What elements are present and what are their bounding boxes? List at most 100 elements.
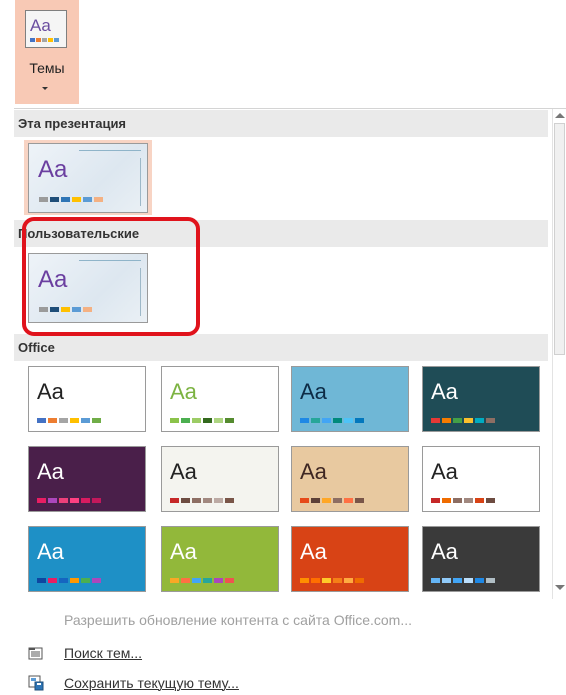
color-swatch xyxy=(442,418,451,423)
color-swatch xyxy=(300,498,309,503)
color-swatch xyxy=(181,418,190,423)
theme-thumb-office[interactable]: Aa xyxy=(161,526,279,592)
theme-thumb-label: Aa xyxy=(37,539,64,564)
theme-color-swatches xyxy=(170,578,234,583)
scrollbar-thumb[interactable] xyxy=(554,123,565,355)
menu-save-theme-label: Сохранить текущую тему... xyxy=(64,675,239,691)
color-swatch xyxy=(37,578,46,583)
color-swatch xyxy=(453,418,462,423)
color-swatch xyxy=(442,498,451,503)
color-swatch xyxy=(431,498,440,503)
color-swatch xyxy=(453,578,462,583)
theme-thumb-office[interactable]: Aa xyxy=(422,526,540,592)
color-swatch xyxy=(344,578,353,583)
color-swatch xyxy=(192,498,201,503)
theme-color-swatches xyxy=(170,418,234,423)
theme-thumb-office[interactable]: Aa xyxy=(291,526,409,592)
color-swatch xyxy=(214,578,223,583)
color-swatch xyxy=(81,498,90,503)
color-swatch xyxy=(170,418,179,423)
color-swatch xyxy=(225,418,234,423)
color-swatch xyxy=(70,498,79,503)
theme-color-swatches xyxy=(39,197,103,202)
color-swatch xyxy=(214,498,223,503)
theme-thumb-label: Aa xyxy=(37,379,64,404)
menu-search-themes-label: Поиск тем... xyxy=(64,645,143,661)
gallery-scrollbar[interactable] xyxy=(552,109,566,599)
color-swatch xyxy=(355,578,364,583)
theme-thumb-office[interactable]: Aa xyxy=(28,366,146,432)
color-swatch xyxy=(59,418,68,423)
color-swatch xyxy=(214,418,223,423)
color-swatch xyxy=(37,498,46,503)
theme-thumb-office[interactable]: Aa xyxy=(28,446,146,512)
color-swatch xyxy=(50,197,59,202)
theme-color-swatches xyxy=(431,578,495,583)
color-swatch xyxy=(83,197,92,202)
color-swatch xyxy=(300,578,309,583)
color-swatch xyxy=(475,578,484,583)
color-swatch xyxy=(486,418,495,423)
scroll-down-arrow-icon[interactable] xyxy=(555,585,565,590)
theme-thumb-office[interactable]: Aa xyxy=(161,366,279,432)
color-swatch xyxy=(322,418,331,423)
menu-allow-updates-label: Разрешить обновление контента с сайта Of… xyxy=(64,612,413,628)
themes-icon-text: Aa xyxy=(30,16,51,35)
menu-allow-updates[interactable]: Разрешить обновление контента с сайта Of… xyxy=(28,612,548,630)
section-header-this-presentation: Эта презентация xyxy=(14,110,548,137)
color-swatch xyxy=(333,578,342,583)
color-swatch xyxy=(203,498,212,503)
color-swatch xyxy=(42,38,47,42)
theme-thumb-label: Aa xyxy=(170,379,197,404)
color-swatch xyxy=(300,418,309,423)
theme-thumb-label: Aa xyxy=(300,459,327,484)
theme-color-swatches xyxy=(37,498,101,503)
color-swatch xyxy=(59,498,68,503)
theme-thumb-current[interactable]: Aa xyxy=(28,143,148,213)
color-swatch xyxy=(311,498,320,503)
color-swatch xyxy=(486,578,495,583)
color-swatch xyxy=(59,578,68,583)
color-swatch xyxy=(442,578,451,583)
color-swatch xyxy=(431,418,440,423)
color-swatch xyxy=(48,498,57,503)
theme-thumb-label: Aa xyxy=(431,379,458,404)
theme-thumb-office[interactable]: Aa xyxy=(422,446,540,512)
red-highlight-annotation xyxy=(22,217,200,336)
color-swatch xyxy=(192,418,201,423)
color-swatch xyxy=(61,197,70,202)
themes-icon: Aa xyxy=(25,10,67,48)
color-swatch xyxy=(181,498,190,503)
theme-thumb-office[interactable]: Aa xyxy=(28,526,146,592)
theme-thumb-label: Aa xyxy=(38,156,68,183)
color-swatch xyxy=(453,498,462,503)
theme-thumb-office[interactable]: Aa xyxy=(291,446,409,512)
theme-thumb-office[interactable]: Aa xyxy=(291,366,409,432)
color-swatch xyxy=(322,578,331,583)
theme-thumb-label: Aa xyxy=(170,539,197,564)
color-swatch xyxy=(48,578,57,583)
color-swatch xyxy=(170,498,179,503)
color-swatch xyxy=(70,578,79,583)
scroll-up-arrow-icon[interactable] xyxy=(555,113,565,118)
color-swatch xyxy=(475,418,484,423)
menu-search-themes[interactable]: Поиск тем... xyxy=(28,645,328,663)
theme-thumb-office[interactable]: Aa xyxy=(161,446,279,512)
color-swatch xyxy=(94,197,103,202)
themes-button[interactable]: Aa Темы xyxy=(15,0,79,104)
menu-save-theme[interactable]: Сохранить текущую тему... xyxy=(28,675,328,693)
color-swatch xyxy=(203,578,212,583)
theme-color-swatches xyxy=(300,578,364,583)
color-swatch xyxy=(464,498,473,503)
color-swatch xyxy=(344,498,353,503)
themes-icon-swatches xyxy=(30,38,59,42)
color-swatch xyxy=(72,197,81,202)
theme-thumb-office[interactable]: Aa xyxy=(422,366,540,432)
color-swatch xyxy=(48,418,57,423)
color-swatch xyxy=(333,498,342,503)
color-swatch xyxy=(81,418,90,423)
color-swatch xyxy=(30,38,35,42)
theme-color-swatches xyxy=(300,418,364,423)
color-swatch xyxy=(48,38,53,42)
color-swatch xyxy=(475,498,484,503)
